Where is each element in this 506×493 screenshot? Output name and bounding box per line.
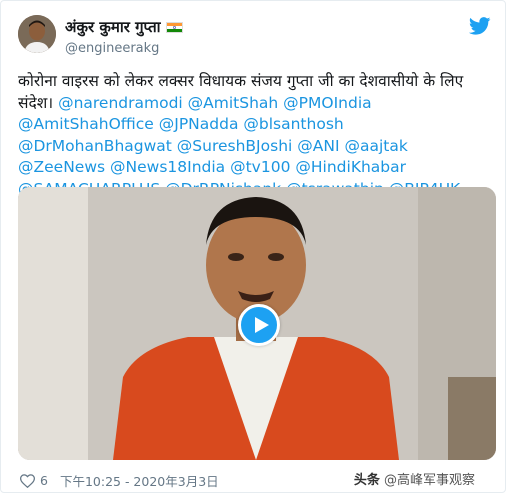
watermark: 头条 @高峰军事观察	[354, 469, 475, 488]
user-names: अंकुर कुमार गुप्ता @engineerakg	[65, 17, 183, 56]
mention-link[interactable]: @News18India	[110, 158, 225, 176]
like-count: 6	[40, 473, 48, 488]
mention-link[interactable]: @AmitShahOffice	[18, 115, 154, 133]
watermark-prefix: 头条	[353, 473, 380, 488]
mention-link[interactable]: @ZeeNews	[18, 158, 105, 176]
mention-link[interactable]: @HindiKhabar	[295, 158, 406, 176]
tweet-footer: 6 下午10:25 - 2020年3月3日	[20, 471, 219, 490]
mention-link[interactable]: @tv100	[230, 158, 290, 176]
mention-link[interactable]: @aajtak	[344, 137, 407, 155]
display-name[interactable]: अंकुर कुमार गुप्ता	[65, 17, 161, 37]
india-flag-icon	[165, 21, 183, 33]
mention-link[interactable]: @AmitShah	[188, 94, 279, 112]
timestamp[interactable]: 下午10:25 - 2020年3月3日	[60, 471, 219, 490]
mention-link[interactable]: @PMOIndia	[283, 94, 371, 112]
tweet-card: अंकुर कुमार गुप्ता @engineerakg कोरोना व…	[0, 0, 506, 493]
mention-link[interactable]: @blsanthosh	[243, 115, 343, 133]
mention-link[interactable]: @JPNadda	[159, 115, 239, 133]
play-icon[interactable]	[238, 304, 280, 346]
twitter-bird-icon[interactable]	[469, 17, 491, 35]
user-handle[interactable]: @engineerakg	[65, 41, 183, 56]
mention-link[interactable]: @SureshBJoshi	[177, 137, 293, 155]
tweet-text: कोरोना वाइरस को लेकर लक्सर विधायक संजय ग…	[18, 71, 496, 200]
tweet-header: अंकुर कुमार गुप्ता @engineerakg	[18, 15, 493, 59]
mention-link[interactable]: @DrMohanBhagwat	[18, 137, 172, 155]
avatar[interactable]	[18, 15, 56, 53]
heart-icon[interactable]	[20, 473, 35, 488]
mention-link[interactable]: @narendramodi	[58, 94, 183, 112]
watermark-text: @高峰军事观察	[383, 473, 475, 488]
mention-link[interactable]: @ANI	[297, 137, 339, 155]
